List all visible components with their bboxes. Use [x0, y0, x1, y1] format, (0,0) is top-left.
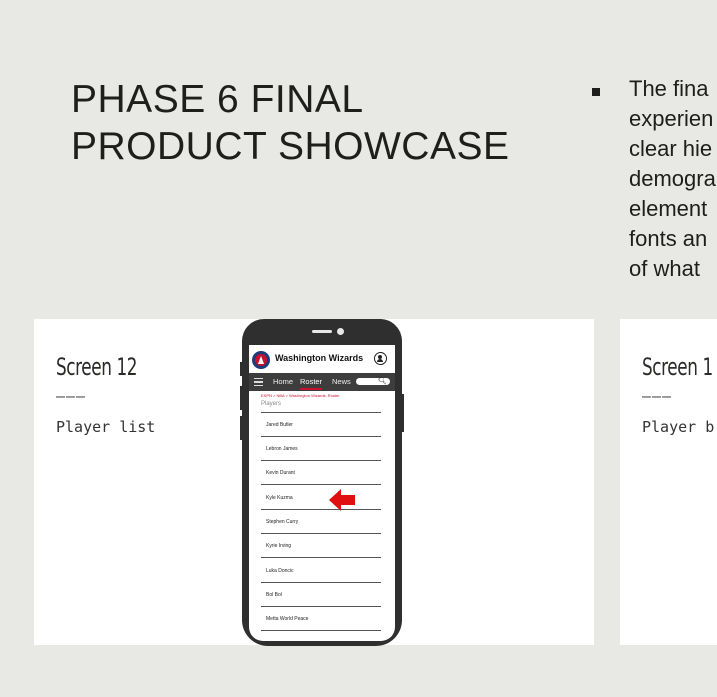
- bullet-icon: [592, 88, 600, 96]
- card-divider: ———: [56, 387, 87, 405]
- player-name: Kevin Durant: [266, 470, 295, 476]
- bullet-line: clear hie: [629, 136, 713, 161]
- red-arrow-icon: [329, 489, 355, 511]
- phone-side-button: [240, 386, 243, 410]
- slide-title-line-2: PRODUCT SHOWCASE: [71, 125, 510, 168]
- phone-screen: Washington Wizards Home Roster News 🔍︎ E…: [249, 345, 395, 641]
- card-subtitle: Player b: [642, 418, 715, 436]
- nav-news[interactable]: News: [332, 377, 351, 386]
- bullet-text: The fina experien clear hie demogra elem…: [629, 74, 717, 284]
- slide-title-line-1: PHASE 6 FINAL: [71, 78, 364, 121]
- player-row[interactable]: Bol Bol: [261, 583, 381, 607]
- card-title: Screen 12: [56, 353, 138, 381]
- hamburger-icon[interactable]: [254, 378, 263, 386]
- player-name: Luka Doncic: [266, 568, 294, 574]
- phone-power-button: [401, 394, 404, 432]
- player-name: Metta World Peace: [266, 616, 309, 622]
- app-nav-bar: Home Roster News 🔍︎: [249, 373, 395, 391]
- player-row[interactable]: Kyrie Irving: [261, 534, 381, 558]
- nav-active-indicator: [300, 388, 322, 390]
- team-name: Washington Wizards: [275, 353, 364, 363]
- search-icon[interactable]: 🔍︎: [378, 377, 387, 385]
- bullet-line: of what: [629, 256, 700, 281]
- player-row[interactable]: Jared Butler: [261, 413, 381, 437]
- player-row[interactable]: Metta World Peace: [261, 607, 381, 631]
- phone-side-button: [240, 362, 243, 376]
- player-name: Jared Butler: [266, 422, 293, 428]
- bullet-line: fonts an: [629, 226, 708, 251]
- player-row[interactable]: Stephen Curry: [261, 510, 381, 534]
- player-name: Stephen Curry: [266, 519, 299, 525]
- player-name: Lebron James: [266, 446, 298, 452]
- card-divider: ———: [642, 387, 673, 405]
- bullet-line: The fina: [629, 76, 709, 101]
- phone-mockup: Washington Wizards Home Roster News 🔍︎ E…: [242, 319, 402, 646]
- slide: PHASE 6 FINAL PRODUCT SHOWCASE The fina …: [0, 0, 717, 697]
- phone-side-button: [240, 416, 243, 440]
- player-name: Kyrie Irving: [266, 543, 292, 549]
- player-name: Kyle Kuzma: [266, 495, 293, 501]
- section-label: Players: [261, 401, 282, 407]
- nav-home[interactable]: Home: [273, 377, 293, 386]
- wizards-logo-icon: [252, 351, 270, 369]
- player-row[interactable]: Luka Doncic: [261, 559, 381, 583]
- bullet-line: element: [629, 196, 708, 221]
- phone-camera: [337, 328, 344, 335]
- player-row[interactable]: Kyle Kuzma: [261, 486, 381, 510]
- card-title: Screen 1: [642, 353, 713, 381]
- app-header: Washington Wizards: [249, 345, 395, 373]
- phone-speaker: [312, 330, 332, 333]
- card-subtitle: Player list: [56, 418, 156, 436]
- user-icon[interactable]: [374, 352, 387, 365]
- player-row[interactable]: Lebron James: [261, 437, 381, 461]
- slide-title: PHASE 6 FINAL PRODUCT SHOWCASE: [71, 76, 510, 170]
- player-name: Bol Bol: [266, 592, 282, 598]
- player-row[interactable]: Kevin Durant: [261, 461, 381, 485]
- bullet-line: demogra: [629, 166, 716, 191]
- bullet-line: experien: [629, 106, 714, 131]
- nav-roster[interactable]: Roster: [300, 377, 322, 386]
- breadcrumb[interactable]: ESPN > NBA > Washington Wizards: Roster: [261, 393, 340, 398]
- screen-card-next: Screen 1 ——— Player b: [620, 319, 717, 645]
